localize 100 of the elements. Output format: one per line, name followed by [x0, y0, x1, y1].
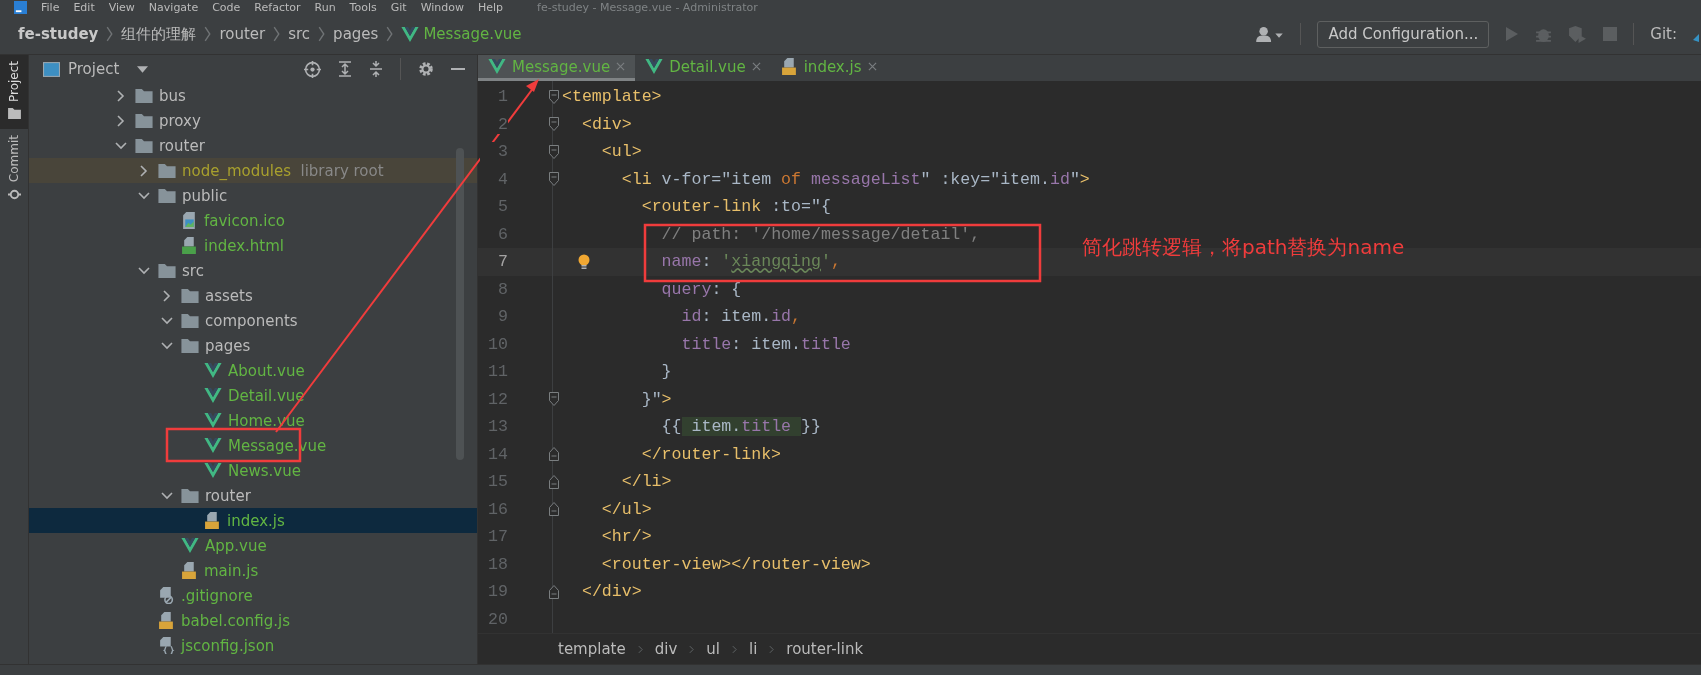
fold-icon[interactable] [549, 502, 559, 517]
hide-icon[interactable] [451, 67, 465, 71]
menu-item[interactable]: Refactor [254, 0, 301, 14]
code-line: </router-link> [641, 444, 782, 464]
caret-icon[interactable] [137, 65, 149, 73]
vue-icon [204, 463, 222, 478]
tree-item[interactable]: proxy [29, 108, 477, 133]
breadcrumb-item[interactable]: li [749, 640, 758, 659]
side-tab[interactable]: Project [0, 55, 28, 130]
menu-item[interactable]: Tools [349, 0, 377, 14]
fold-icon[interactable] [549, 172, 559, 187]
settings-icon[interactable] [418, 61, 434, 77]
breadcrumb-item[interactable]: template [558, 640, 626, 659]
side-tab[interactable]: Commit [0, 129, 28, 212]
chevron-down-icon[interactable] [161, 316, 173, 325]
fold-icon[interactable] [549, 117, 559, 132]
chevron-down-icon[interactable] [161, 491, 173, 500]
panel-title[interactable]: Project [68, 60, 120, 78]
tree-item[interactable]: .gitignore [29, 583, 477, 608]
tree-item[interactable]: pages [29, 333, 477, 358]
breadcrumb-item[interactable]: 组件的理解 [121, 24, 197, 44]
menu-item[interactable]: File [41, 0, 60, 14]
tree-item[interactable]: bus [29, 83, 477, 108]
lightbulb-icon[interactable] [578, 254, 590, 271]
image-file-icon [181, 212, 198, 229]
chevron-down-icon[interactable] [138, 266, 150, 275]
tree-item[interactable]: index.html [29, 233, 477, 258]
menu-item[interactable]: Edit [73, 0, 95, 14]
tree-item[interactable]: assets [29, 283, 477, 308]
tree-item[interactable]: index.js [29, 508, 477, 533]
commit-icon [7, 188, 21, 202]
expand-all-icon[interactable] [338, 61, 352, 77]
tree-item[interactable]: node_modules library root [29, 158, 477, 183]
chevron-icon [273, 26, 281, 42]
editor-tab[interactable]: Message.vue [478, 55, 636, 82]
tree-item[interactable]: main.js [29, 558, 477, 583]
menu-item[interactable]: Run [314, 0, 336, 14]
fold-icon[interactable] [549, 392, 559, 407]
breadcrumb-item[interactable]: router-link [786, 640, 864, 659]
tree-item[interactable]: jsconfig.json [29, 633, 477, 658]
chevron-down-icon[interactable] [161, 341, 173, 350]
user-icon[interactable] [1256, 25, 1285, 43]
folder-icon [158, 188, 176, 203]
chevron-icon [106, 26, 114, 42]
code-line: <ul> [601, 142, 642, 162]
fold-icon[interactable] [549, 447, 559, 462]
configuration-button[interactable]: Add Configuration... [1317, 20, 1490, 48]
fold-icon[interactable] [549, 474, 559, 489]
breadcrumb-item[interactable]: ul [706, 640, 720, 659]
tree-item[interactable]: components [29, 308, 477, 333]
fold-icon[interactable] [549, 584, 559, 599]
breadcrumb-item[interactable]: src [288, 25, 311, 43]
breadcrumb-item[interactable]: fe-studey [18, 25, 99, 43]
chevron-right-icon[interactable] [163, 289, 171, 302]
code-line: }"> [641, 389, 672, 409]
tree-item[interactable]: router [29, 483, 477, 508]
editor-tab[interactable]: index.js [770, 55, 887, 82]
editor-tab[interactable]: Detail.vue [635, 55, 771, 82]
code-line: <div> [581, 114, 632, 134]
fold-icon[interactable] [549, 89, 559, 104]
collapse-all-icon[interactable] [369, 61, 383, 77]
close-icon[interactable] [751, 62, 761, 72]
tree-item[interactable]: App.vue [29, 533, 477, 558]
file-icon [181, 562, 198, 579]
scrollbar[interactable] [456, 148, 464, 460]
tree-item[interactable]: router [29, 133, 477, 158]
fold-icon[interactable] [549, 144, 559, 159]
folder-icon [135, 113, 153, 128]
menu-item[interactable]: Code [212, 0, 241, 14]
tree-item[interactable]: src [29, 258, 477, 283]
chevron-down-icon[interactable] [115, 141, 127, 150]
menu-item[interactable]: Help [478, 0, 504, 14]
breadcrumb-item[interactable]: div [654, 640, 678, 659]
breadcrumb-item[interactable]: Message.vue [423, 25, 522, 43]
chevron-icon [204, 26, 212, 42]
chevron-down-icon[interactable] [138, 191, 150, 200]
tree-item[interactable]: favicon.ico [29, 208, 477, 233]
vue-icon [645, 59, 664, 75]
folder-icon [158, 163, 176, 178]
file-icon [181, 237, 198, 254]
code-line: name: 'xiangqing', [661, 252, 841, 272]
chevron-right-icon[interactable] [117, 114, 125, 127]
locate-icon[interactable] [304, 60, 321, 78]
chevron-right-icon[interactable] [117, 89, 125, 102]
menu-item[interactable]: View [108, 0, 135, 14]
tree-item[interactable]: About.vue [29, 358, 477, 383]
tree-item[interactable]: News.vue [29, 458, 477, 483]
menu-item[interactable]: Window [420, 0, 464, 14]
chevron-right-icon[interactable] [140, 164, 148, 177]
tree-item[interactable]: Detail.vue [29, 383, 477, 408]
menu-item[interactable]: Git [390, 0, 407, 14]
folder-icon [181, 488, 199, 503]
tree-item[interactable]: babel.config.js [29, 608, 477, 633]
breadcrumb-item[interactable]: pages [333, 25, 379, 43]
code-line: <router-link :to="{ [641, 197, 831, 217]
breadcrumb-item[interactable]: router [219, 25, 266, 43]
tree-item[interactable]: public [29, 183, 477, 208]
menu-item[interactable]: Navigate [148, 0, 199, 14]
code-line: query: { [661, 279, 742, 299]
close-icon[interactable] [867, 62, 877, 72]
